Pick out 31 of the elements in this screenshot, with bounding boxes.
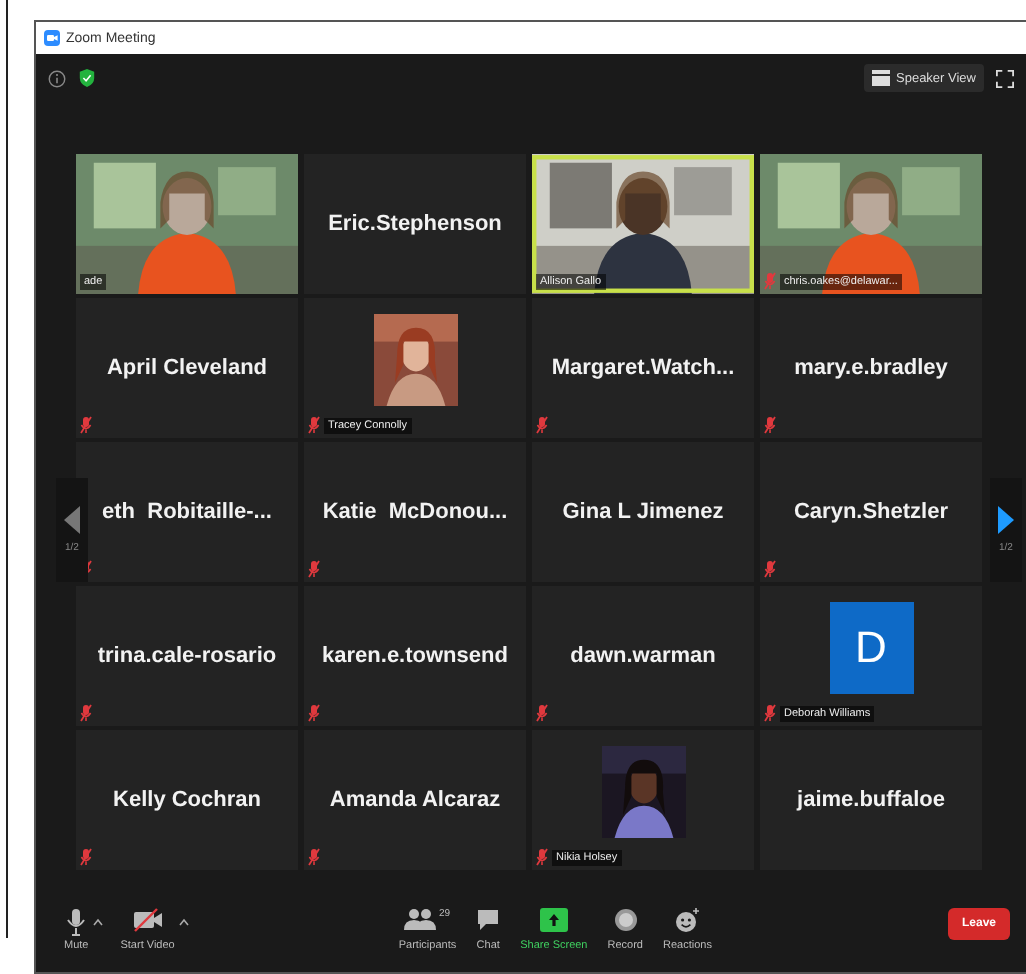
avatar: D: [829, 602, 913, 694]
participant-name: Katie McDonou...: [322, 500, 508, 524]
participant-name: April Cleveland: [106, 356, 268, 380]
grid-icon: [872, 70, 890, 86]
participant-name: mary.e.bradley: [794, 356, 948, 380]
share-screen-icon: [539, 908, 568, 932]
participant-name: eth Robitaille-...: [102, 500, 272, 524]
participant-name: trina.cale-rosario: [97, 644, 277, 668]
participant-name: Margaret.Watch...: [551, 356, 735, 380]
caret-icon[interactable]: [178, 918, 191, 926]
participant-name: karen.e.townsend: [322, 644, 508, 668]
smiley-icon: [674, 908, 701, 934]
info-icon[interactable]: [48, 69, 66, 87]
participant-name: Eric.Stephenson: [328, 212, 502, 236]
right-arrow-icon: [998, 506, 1014, 534]
participant-name: dawn.warman: [570, 644, 716, 668]
fullscreen-icon[interactable]: [996, 69, 1014, 87]
shield-icon[interactable]: [78, 68, 96, 88]
participant-name: Caryn.Shetzler: [793, 500, 949, 524]
participant-name: Amanda Alcaraz: [329, 788, 501, 812]
people-icon: [404, 908, 437, 930]
microphone-icon: [66, 908, 87, 936]
left-arrow-icon: [64, 506, 80, 534]
video-off-icon: [131, 908, 164, 932]
participant-name: jaime.buffaloe: [797, 788, 945, 812]
chat-icon: [476, 908, 501, 932]
participant-name: Kelly Cochran: [113, 788, 261, 812]
zoom-logo-icon: [44, 30, 60, 46]
record-icon: [613, 908, 638, 932]
caret-icon[interactable]: [92, 918, 105, 926]
participant-name: Gina L Jimenez: [562, 500, 724, 524]
